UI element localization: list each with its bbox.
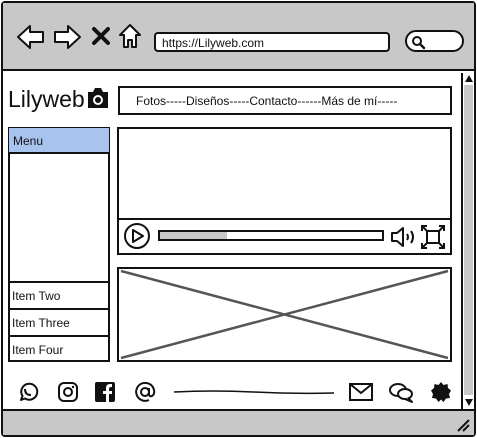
search-icon xyxy=(412,36,426,50)
image-placeholder-cross xyxy=(120,269,449,360)
sidebar-item-four[interactable]: Item Four xyxy=(9,335,109,361)
camera-icon xyxy=(88,88,108,108)
play-icon[interactable] xyxy=(123,222,151,250)
sidebar-item-label: Item Three xyxy=(12,316,70,330)
sidebar-item-label: Item Four xyxy=(12,343,64,357)
mail-icon[interactable] xyxy=(348,382,374,402)
sidebar-item-two[interactable]: Item Two xyxy=(9,281,109,308)
sidebar-item-menu[interactable]: Menu xyxy=(9,128,109,154)
resize-handle-icon[interactable] xyxy=(456,418,470,432)
nav-bar: Fotos-----Diseños-----Contacto------Más … xyxy=(118,86,452,115)
site-logo-text[interactable]: Lilyweb xyxy=(8,86,85,112)
fullscreen-icon[interactable] xyxy=(421,225,445,249)
home-icon[interactable] xyxy=(118,23,142,49)
scroll-up-icon[interactable] xyxy=(464,74,474,83)
vertical-scrollbar[interactable] xyxy=(461,73,474,409)
nav-links[interactable]: Fotos-----Diseños-----Contacto------Más … xyxy=(136,94,397,108)
badge-icon[interactable] xyxy=(430,381,452,403)
video-controls-divider xyxy=(118,218,451,220)
browser-window: https://Lilyweb.com Lilyweb Fotos-----Di… xyxy=(0,0,477,438)
sidebar-item-three[interactable]: Item Three xyxy=(9,308,109,335)
video-progress-track[interactable] xyxy=(158,230,384,241)
instagram-icon[interactable] xyxy=(57,381,79,403)
whatsapp-icon[interactable] xyxy=(17,381,39,403)
sidebar-item-label: Item Two xyxy=(12,289,61,303)
search-box[interactable] xyxy=(405,30,464,52)
forward-arrow-icon[interactable] xyxy=(52,24,82,50)
status-bar xyxy=(3,409,474,435)
chat-icon[interactable] xyxy=(388,381,414,403)
scroll-down-icon[interactable] xyxy=(464,398,474,407)
volume-icon[interactable] xyxy=(390,225,418,249)
back-arrow-icon[interactable] xyxy=(16,24,46,50)
scrollbar-thumb[interactable] xyxy=(464,85,473,395)
close-icon[interactable] xyxy=(92,27,110,45)
video-progress-fill xyxy=(160,232,227,239)
at-icon[interactable] xyxy=(134,381,156,403)
footer-divider-line xyxy=(173,390,335,395)
sidebar-item-label: Menu xyxy=(13,134,44,148)
url-bar[interactable]: https://Lilyweb.com xyxy=(154,32,390,52)
facebook-icon[interactable] xyxy=(94,381,116,403)
url-text: https://Lilyweb.com xyxy=(162,36,265,50)
